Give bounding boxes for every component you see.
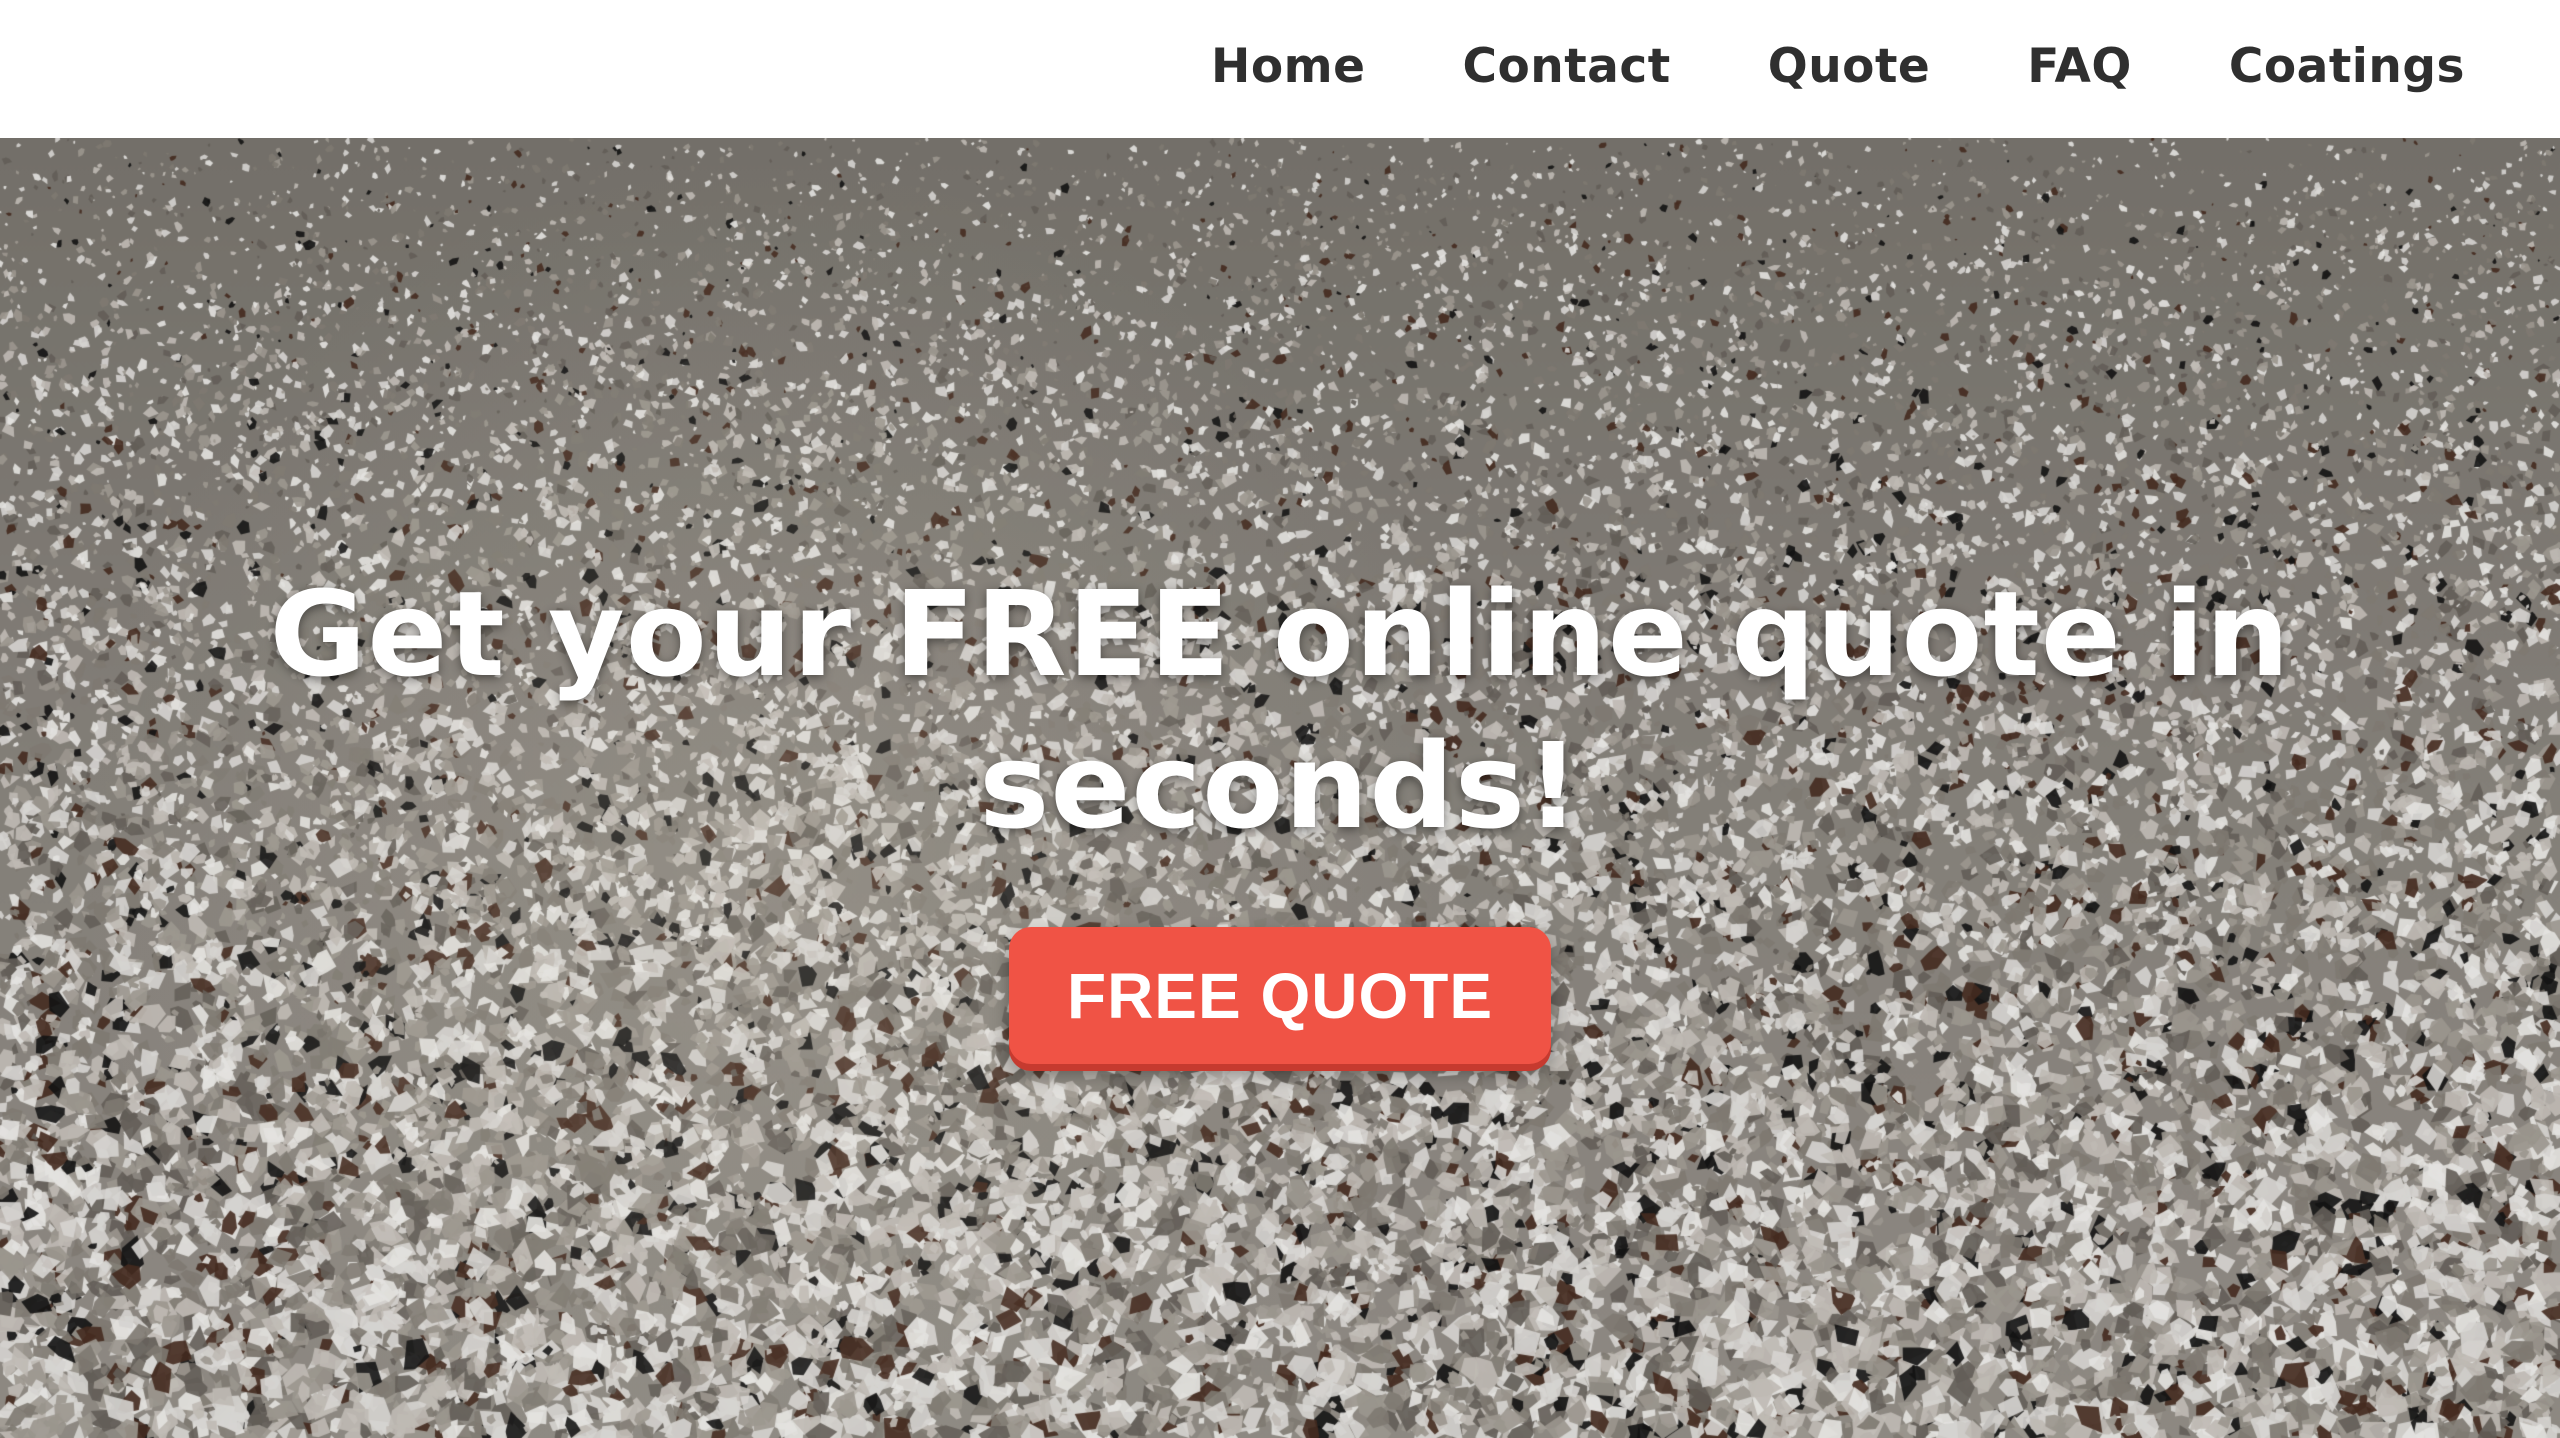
hero-content: Get your FREE online quote in seconds! F…	[0, 138, 2560, 1438]
nav-contact-link[interactable]: Contact	[1462, 39, 1670, 94]
hero-section: Get your FREE online quote in seconds! F…	[0, 138, 2560, 1438]
free-quote-button[interactable]: FREE QUOTE	[1009, 927, 1551, 1064]
nav-quote-link[interactable]: Quote	[1768, 39, 1931, 94]
hero-title-line-2: seconds!	[979, 717, 1581, 855]
nav-faq-link[interactable]: FAQ	[2027, 39, 2132, 94]
main-nav: Home Contact Quote FAQ Coatings	[1211, 0, 2465, 132]
page: Home Contact Quote FAQ Coatings Get your…	[0, 0, 2560, 1438]
nav-home-link[interactable]: Home	[1211, 39, 1365, 94]
hero-title-line-1: Get your FREE online quote in	[269, 565, 2291, 703]
hero-title: Get your FREE online quote in seconds!	[0, 558, 2560, 862]
site-header: Home Contact Quote FAQ Coatings	[0, 0, 2560, 138]
nav-coatings-link[interactable]: Coatings	[2229, 39, 2465, 94]
